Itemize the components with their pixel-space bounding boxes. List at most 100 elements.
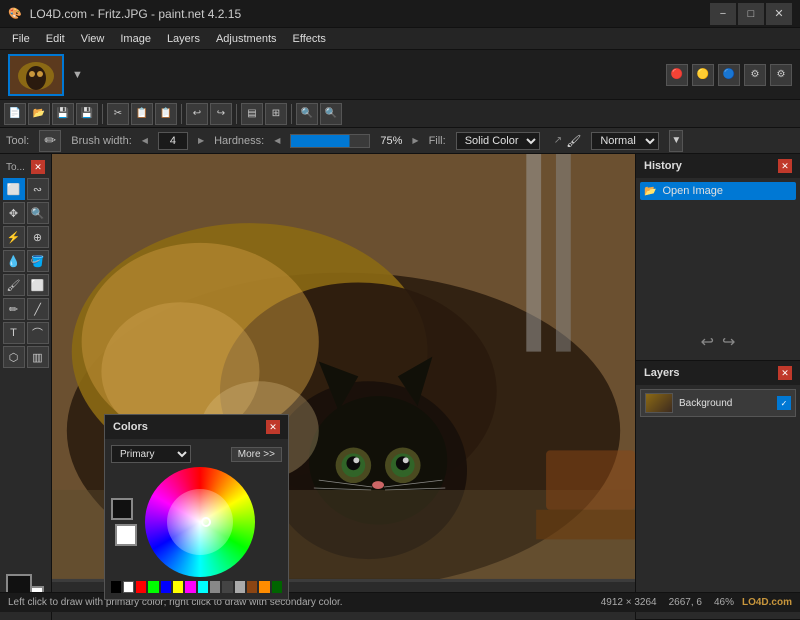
menu-edit[interactable]: Edit xyxy=(38,28,73,49)
new-btn[interactable]: 📄 xyxy=(4,103,26,125)
tool-row-2: ✥ 🔍 xyxy=(2,202,49,224)
tool-color-picker[interactable]: 💧 xyxy=(3,250,25,272)
tool-clone-stamp[interactable]: ⊕ xyxy=(27,226,49,248)
layer-visibility-toggle[interactable]: ✓ xyxy=(777,396,791,410)
tool-brush[interactable]: 🖌 xyxy=(3,274,25,296)
status-coordinates: 2667, 6 xyxy=(669,597,702,608)
tool-eraser[interactable]: ⬜ xyxy=(27,274,49,296)
save-btn[interactable]: 💾 xyxy=(52,103,74,125)
cut-btn[interactable]: ✂ xyxy=(107,103,129,125)
maximize-button[interactable]: □ xyxy=(738,3,764,25)
paste-btn[interactable]: 📋 xyxy=(155,103,177,125)
zoom-out-btn[interactable]: 🔍 xyxy=(320,103,342,125)
swatch-lime[interactable] xyxy=(148,581,158,593)
swatch-cyan[interactable] xyxy=(198,581,208,593)
tool-rectangle-select[interactable]: ⬜ xyxy=(3,178,25,200)
tool-move[interactable]: ✥ xyxy=(3,202,25,224)
menu-layers[interactable]: Layers xyxy=(159,28,208,49)
fill-label: Fill: xyxy=(429,135,446,147)
color-swatches-row xyxy=(111,581,282,593)
menu-view[interactable]: View xyxy=(73,28,113,49)
toolbar-sep4 xyxy=(291,104,292,124)
history-undo-btn[interactable]: ↩ xyxy=(701,332,714,352)
swatch-yellow[interactable] xyxy=(173,581,183,593)
hardness-left-arrow[interactable]: ◀ xyxy=(274,136,280,145)
swatch-darkgray[interactable] xyxy=(222,581,232,593)
history-redo-btn[interactable]: ↪ xyxy=(722,332,735,352)
settings-btn[interactable]: ⚙ xyxy=(770,64,792,86)
colors-panel-close[interactable]: ✕ xyxy=(266,420,280,434)
tab-dropdown-arrow[interactable]: ▼ xyxy=(72,69,83,81)
menu-effects[interactable]: Effects xyxy=(285,28,334,49)
zoom-in-btn[interactable]: 🔍 xyxy=(296,103,318,125)
tool-zoom[interactable]: 🔍 xyxy=(27,202,49,224)
close-button[interactable]: ✕ xyxy=(766,3,792,25)
color-mode-btn[interactable]: 🔴 xyxy=(666,64,688,86)
open-btn[interactable]: 📂 xyxy=(28,103,50,125)
history-panel-close[interactable]: ✕ xyxy=(778,159,792,173)
swatch-gray[interactable] xyxy=(210,581,220,593)
layer-item[interactable]: Background ✓ xyxy=(640,389,796,417)
brush-width-left-arrow[interactable]: ◀ xyxy=(142,136,148,145)
color-mode-btn4[interactable]: ⚙ xyxy=(744,64,766,86)
save-as-btn[interactable]: 💾 xyxy=(76,103,98,125)
toolbox-close-btn[interactable]: ✕ xyxy=(31,160,45,174)
menu-adjustments[interactable]: Adjustments xyxy=(208,28,285,49)
menu-image[interactable]: Image xyxy=(112,28,159,49)
swatch-ltgray[interactable] xyxy=(235,581,245,593)
color-mode-btn3[interactable]: 🔵 xyxy=(718,64,740,86)
color-mode-select[interactable]: Primary Secondary xyxy=(111,445,191,463)
layers-panel-close[interactable]: ✕ xyxy=(778,366,792,380)
color-mode-btn2[interactable]: 🟡 xyxy=(692,64,714,86)
redo-btn[interactable]: ↪ xyxy=(210,103,232,125)
hardness-right-arrow[interactable]: ▶ xyxy=(412,136,418,145)
undo-btn[interactable]: ↩ xyxy=(186,103,208,125)
app-icon: 🎨 xyxy=(8,7,22,20)
tool-line[interactable]: ╱ xyxy=(27,298,49,320)
tool-pencil[interactable]: ✏ xyxy=(3,298,25,320)
background-swatch[interactable] xyxy=(115,524,137,546)
tool-paint-bucket[interactable]: 🪣 xyxy=(27,250,49,272)
status-mid: 4912 × 3264 2667, 6 46% xyxy=(601,597,734,608)
brush-width-right-arrow[interactable]: ▶ xyxy=(198,136,204,145)
swatch-orange[interactable] xyxy=(259,581,269,593)
tool-row-4: 💧 🪣 xyxy=(2,250,49,272)
toolbar-sep1 xyxy=(102,104,103,124)
image-thumbnail[interactable] xyxy=(8,54,64,96)
color-wheel[interactable] xyxy=(145,467,255,577)
copy-btn[interactable]: 📋 xyxy=(131,103,153,125)
hardness-slider[interactable] xyxy=(290,134,370,148)
swatch-brown[interactable] xyxy=(247,581,257,593)
foreground-swatch[interactable] xyxy=(111,498,133,520)
blend-mode-arrow[interactable]: ▼ xyxy=(669,130,683,152)
history-item[interactable]: 📂 Open Image xyxy=(640,182,796,200)
canvas-container[interactable]: Colors ✕ Primary Secondary More >> xyxy=(52,154,635,620)
minimize-button[interactable]: − xyxy=(710,3,736,25)
tool-gradient[interactable]: ▥ xyxy=(27,346,49,368)
select-all-btn[interactable]: ⊞ xyxy=(265,103,287,125)
blend-mode-select[interactable]: Normal Multiply Screen Overlay xyxy=(591,132,659,150)
swatch-black[interactable] xyxy=(111,581,121,593)
fill-select[interactable]: Solid Color No Blend Overwrite xyxy=(456,132,540,150)
toolbox: To... ✕ ⬜ ∾ ✥ 🔍 ⚡ ⊕ 💧 🪣 🖌 ⬜ ✏ ╱ T ⌒ xyxy=(0,154,52,620)
swatch-white[interactable] xyxy=(123,581,134,593)
tool-lasso-select[interactable]: ∾ xyxy=(27,178,49,200)
swatch-magenta[interactable] xyxy=(185,581,195,593)
colors-panel-header: Colors ✕ xyxy=(105,415,288,439)
swatch-red[interactable] xyxy=(136,581,146,593)
toolbox-label: To... xyxy=(6,162,25,173)
deselect-btn[interactable]: ▤ xyxy=(241,103,263,125)
tool-row-5: 🖌 ⬜ xyxy=(2,274,49,296)
toolbox-header: To... ✕ xyxy=(2,158,49,176)
tool-path[interactable]: ⌒ xyxy=(27,322,49,344)
tool-text[interactable]: T xyxy=(3,322,25,344)
swatch-darkgreen[interactable] xyxy=(272,581,282,593)
brush-width-input[interactable] xyxy=(158,132,188,150)
more-colors-btn[interactable]: More >> xyxy=(231,447,282,462)
swatch-blue[interactable] xyxy=(161,581,171,593)
hardness-label: Hardness: xyxy=(214,135,264,147)
menu-file[interactable]: File xyxy=(4,28,38,49)
active-tool-btn[interactable]: ✏ xyxy=(39,130,61,152)
tool-magic-wand[interactable]: ⚡ xyxy=(3,226,25,248)
tool-shapes[interactable]: ⬡ xyxy=(3,346,25,368)
